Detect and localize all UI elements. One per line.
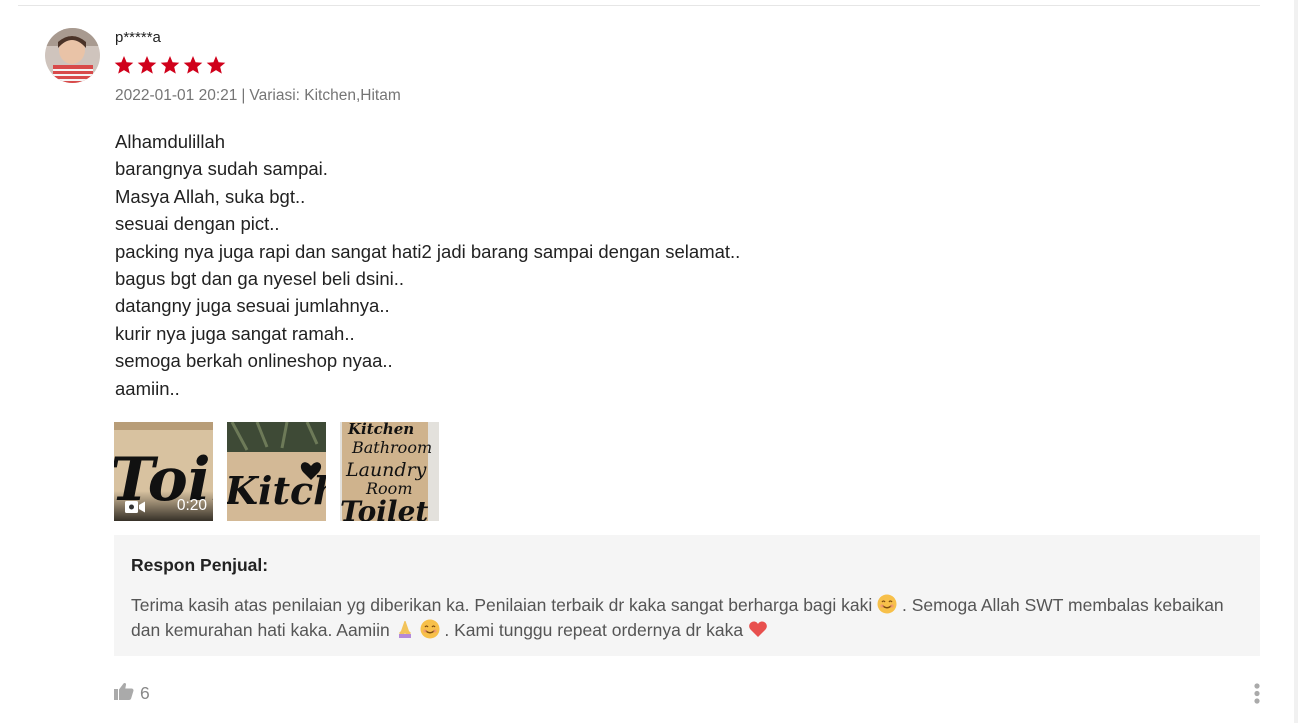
svg-text:Laundry: Laundry xyxy=(345,459,427,481)
video-camera-icon xyxy=(125,500,145,514)
thumbs-up-icon[interactable] xyxy=(114,682,134,705)
video-duration: 0:20 xyxy=(176,497,207,514)
star-icon xyxy=(183,56,203,74)
like-section: 6 xyxy=(114,682,150,705)
seller-response-text-1: Terima kasih atas penilaian yg diberikan… xyxy=(131,595,873,615)
comment-line: semoga berkah onlineshop nyaa.. xyxy=(115,350,393,372)
seller-response-text-3: . Kami tunggu repeat ordernya dr kaka xyxy=(444,619,744,640)
top-divider xyxy=(18,5,1260,6)
comment-line: datangny juga sesuai jumlahnya.. xyxy=(115,295,390,317)
comment-line: sesuai dengan pict.. xyxy=(115,213,280,235)
review-video-thumbnail[interactable]: Toile 0:20 xyxy=(114,422,213,521)
star-icon xyxy=(137,56,157,74)
seller-response: Respon Penjual: Terima kasih atas penila… xyxy=(114,535,1260,656)
review-photo-thumbnail[interactable]: Kitchen xyxy=(227,422,326,521)
rating-stars xyxy=(114,55,226,75)
reviewer-username: p*****a xyxy=(115,29,161,46)
review-photo-thumbnail[interactable]: Kitchen Bathroom Laundry Room Toilet xyxy=(340,422,439,521)
comment-line: aamiin.. xyxy=(115,377,180,399)
avatar[interactable] xyxy=(45,28,100,83)
more-options-button[interactable] xyxy=(1248,682,1266,706)
review-date: 2022-01-01 20:21 xyxy=(115,87,238,104)
svg-text:Toilet: Toilet xyxy=(340,495,428,521)
more-vertical-icon xyxy=(1254,683,1260,704)
star-icon xyxy=(114,56,134,74)
review-media: Toile 0:20 Kitchen Kitchen Bathroom Laun… xyxy=(114,422,439,521)
star-icon xyxy=(160,56,180,74)
like-count: 6 xyxy=(140,683,150,703)
svg-text:Kitchen: Kitchen xyxy=(347,422,414,438)
meta-separator: | xyxy=(241,87,246,104)
review-comment: Alhamdulillah barangnya sudah sampai. Masy… xyxy=(115,128,740,402)
smiling-face-emoji-icon xyxy=(420,619,440,638)
praying-hands-emoji-icon xyxy=(398,620,411,638)
smiling-face-emoji-icon xyxy=(877,594,897,614)
seller-response-title: Respon Penjual: xyxy=(131,555,269,575)
comment-line: Masya Allah, suka bgt.. xyxy=(115,185,306,207)
comment-line: bagus bgt dan ga nyesel beli dsini.. xyxy=(115,268,405,290)
red-heart-emoji-icon xyxy=(749,621,767,637)
comment-line: packing nya juga rapi dan sangat hati2 j… xyxy=(115,240,741,262)
scrollbar-track[interactable] xyxy=(1294,0,1298,723)
comment-line: barangnya sudah sampai. xyxy=(115,158,328,180)
comment-line: Alhamdulillah xyxy=(115,131,226,152)
svg-text:Bathroom: Bathroom xyxy=(351,438,432,457)
review-variation: Variasi: Kitchen,Hitam xyxy=(249,87,401,104)
comment-line: kurir nya juga sangat ramah.. xyxy=(115,322,355,344)
seller-response-text: Terima kasih atas penilaian yg diberikan… xyxy=(131,593,1243,642)
star-icon xyxy=(206,56,226,74)
review-meta: 2022-01-01 20:21 | Variasi: Kitchen,Hitam xyxy=(115,87,401,105)
